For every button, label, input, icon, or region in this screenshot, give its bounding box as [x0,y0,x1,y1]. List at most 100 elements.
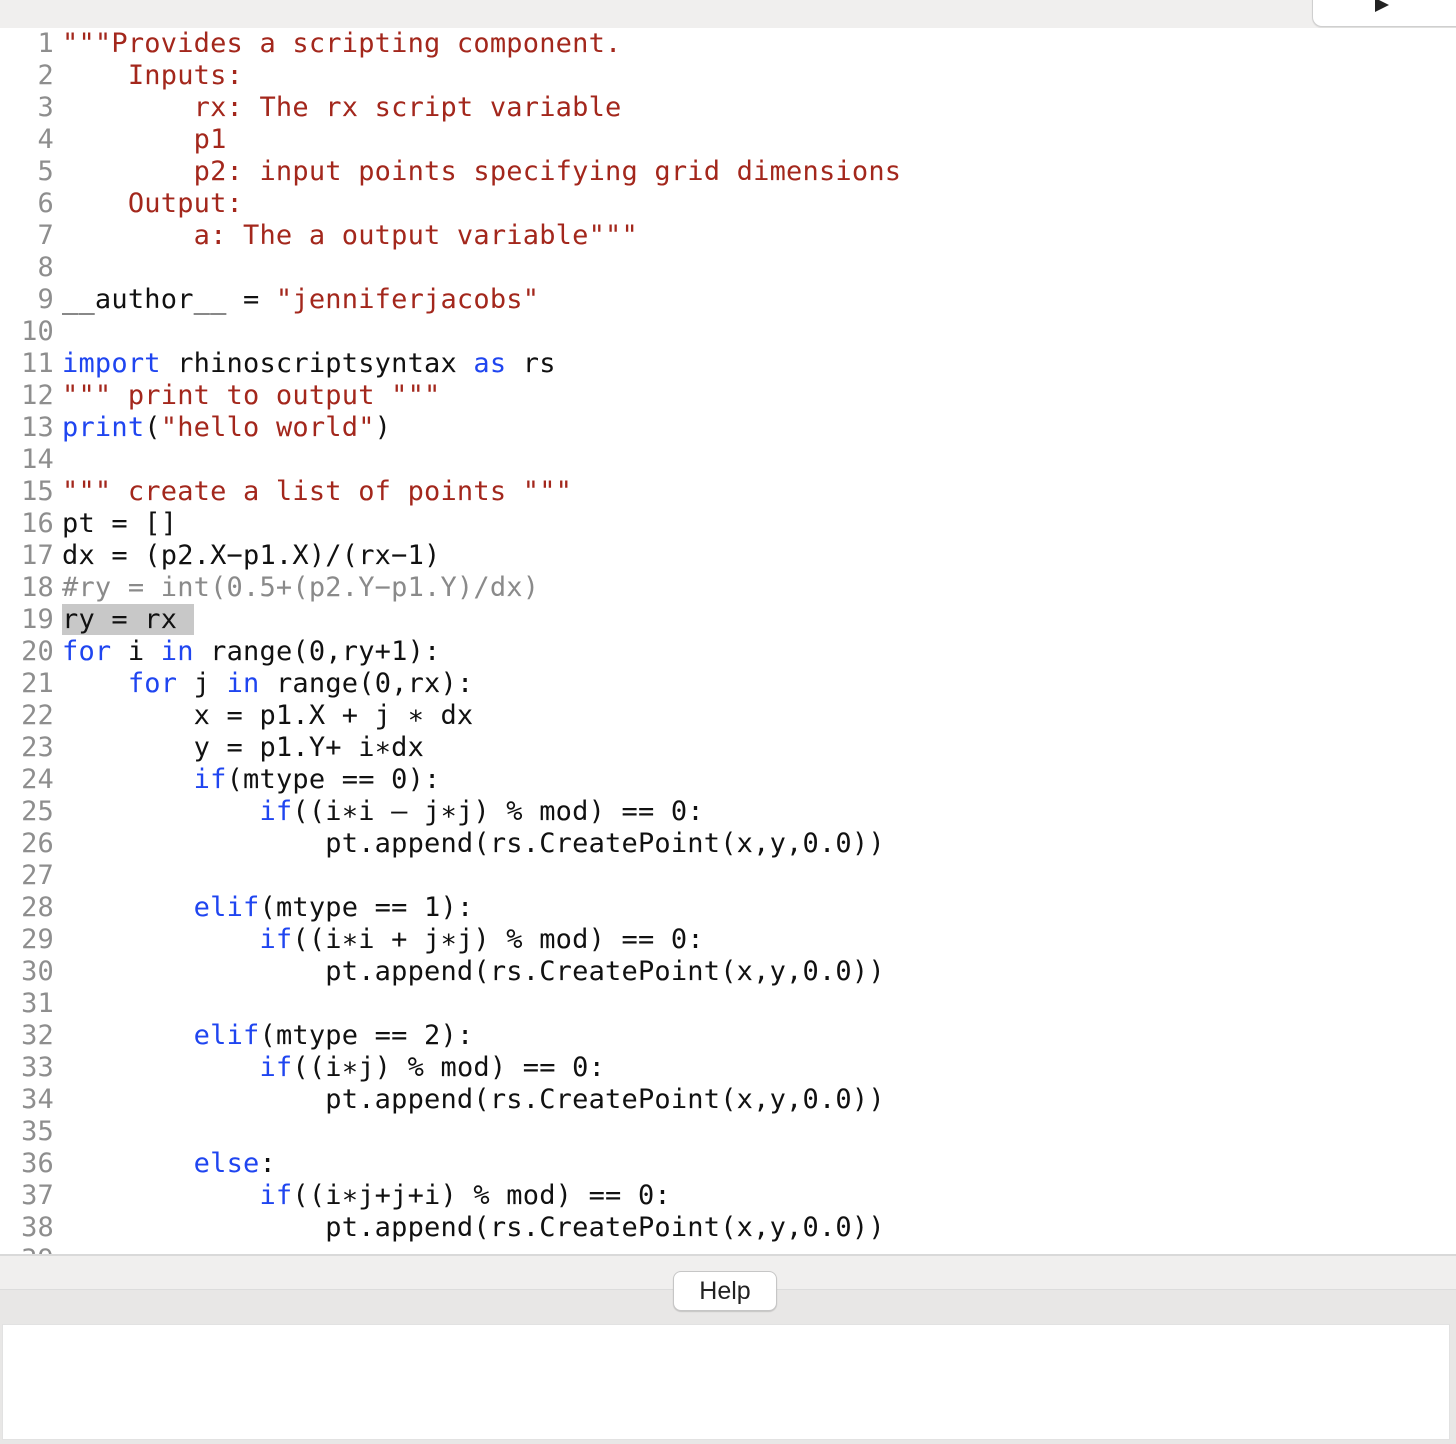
code-line[interactable]: 4 p1 [0,124,227,156]
code-line[interactable]: 28 elif(mtype == 1): [0,892,473,924]
code-line[interactable]: 13 print("hello world") [0,412,391,444]
line-number: 38 [21,1212,54,1243]
code-text: y = p1.Y+ i∗dx [62,732,425,763]
code-line[interactable]: 39 [0,1244,62,1254]
line-number: 2 [37,60,54,91]
output-console[interactable] [2,1324,1450,1440]
code-line[interactable]: 16 pt = [] [0,508,177,540]
code-text: rs [506,348,556,379]
selected-text: ry = rx [62,604,194,635]
code-line[interactable]: 34 pt.append(rs.CreatePoint(x,y,0.0)) [0,1084,885,1116]
code-keyword: elif [193,892,260,923]
code-line[interactable]: 27 [0,860,62,892]
code-string: p2: input points specifying grid dimensi… [62,156,902,187]
code-line[interactable]: 7 a: The a output variable""" [0,220,638,252]
code-line[interactable]: 10 [0,316,62,348]
code-line[interactable]: 37 if((i∗j+j+i) % mod) == 0: [0,1180,671,1212]
code-line[interactable]: 17 dx = (p2.X−p1.X)/(rx−1) [0,540,440,572]
code-string: """ print to output """ [62,380,441,411]
code-keyword: import [62,348,161,379]
code-line[interactable]: 2 Inputs: [0,60,243,92]
code-line[interactable]: 12 """ print to output """ [0,380,440,412]
code-line[interactable]: 31 [0,988,62,1020]
code-string: Inputs: [62,60,244,91]
code-text: (mtype == 2): [259,1020,474,1051]
line-number: 36 [21,1148,54,1179]
line-number: 27 [21,860,54,891]
line-number: 11 [21,348,54,379]
code-string: """ create a list of points """ [62,476,573,507]
code-line[interactable]: 14 [0,444,62,476]
code-line[interactable]: 25 if((i∗i – j∗j) % mod) == 0: [0,796,704,828]
bottom-toolbar: Help [0,1254,1456,1327]
code-line[interactable]: 22 x = p1.X + j ∗ dx [0,700,473,732]
code-text: i [111,636,161,667]
code-line[interactable]: 20 for i in range(0,ry+1): [0,636,441,668]
code-line[interactable]: 32 elif(mtype == 2): [0,1020,473,1052]
line-number: 32 [21,1020,54,1051]
code-line[interactable]: 24 if(mtype == 0): [0,764,441,796]
line-number: 15 [21,476,54,507]
code-line[interactable]: 33 if((i∗j) % mod) == 0: [0,1052,605,1084]
code-line[interactable]: 21 for j in range(0,rx): [0,668,473,700]
code-editor[interactable]: 1 """Provides a scripting component. 2 Inp… [0,28,1456,1254]
code-line[interactable]: 18 #ry = int(0.5+(p2.Y−p1.Y)/dx) [0,572,539,604]
code-text: ((i∗i + j∗j) % mod) == 0: [292,924,704,955]
line-number: 31 [21,988,54,1019]
code-string: a: The a output variable""" [62,220,638,251]
code-text: (mtype == 0): [226,764,441,795]
line-number: 10 [21,316,54,347]
line-number: 23 [21,732,54,763]
code-line[interactable]: 3 rx: The rx script variable [0,92,622,124]
line-number: 21 [21,668,54,699]
line-number: 6 [37,188,54,219]
code-string: rx: The rx script variable [62,92,622,123]
code-line[interactable]: 36 else: [0,1148,276,1180]
code-string: p1 [62,124,227,155]
code-line[interactable]: 26 pt.append(rs.CreatePoint(x,y,0.0)) [0,828,885,860]
line-number: 17 [21,540,54,571]
line-number: 19 [21,604,54,635]
code-line[interactable]: 38 pt.append(rs.CreatePoint(x,y,0.0)) [0,1212,885,1244]
code-line[interactable]: 19 ry = rx [0,604,194,636]
run-button[interactable] [1312,0,1456,27]
code-line[interactable]: 29 if((i∗i + j∗j) % mod) == 0: [0,924,704,956]
code-text: x = p1.X + j ∗ dx [62,700,474,731]
code-line[interactable]: 9 __author__ = "jenniferjacobs" [0,284,539,316]
code-text: range(0,ry+1): [193,636,441,667]
code-line[interactable]: 5 p2: input points specifying grid dimen… [0,156,902,188]
code-line[interactable]: 35 [0,1116,62,1148]
line-number: 13 [21,412,54,443]
line-number: 7 [37,220,54,251]
code-line[interactable]: 30 pt.append(rs.CreatePoint(x,y,0.0)) [0,956,885,988]
code-text: range(0,rx): [259,668,474,699]
code-text: dx = (p2.X−p1.X)/(rx−1) [62,540,441,571]
line-number: 24 [21,764,54,795]
code-text: ((i∗j+j+i) % mod) == 0: [292,1180,671,1211]
line-number: 20 [21,636,54,667]
code-line[interactable]: 11 import rhinoscriptsyntax as rs [0,348,556,380]
code-line[interactable]: 6 Output: [0,188,243,220]
code-keyword: if [193,764,227,795]
code-line[interactable]: 15 """ create a list of points """ [0,476,572,508]
code-line[interactable]: 1 """Provides a scripting component. [0,28,622,60]
code-keyword: print [62,412,145,443]
line-number: 14 [21,444,54,475]
line-number: 16 [21,508,54,539]
code-keyword: if [259,796,293,827]
code-keyword: for [62,636,112,667]
line-number: 39 [0,1244,62,1254]
line-number: 4 [37,124,54,155]
code-string: Output: [62,188,244,219]
code-line[interactable]: 23 y = p1.Y+ i∗dx [0,732,424,764]
top-toolbar [0,0,1456,28]
code-line[interactable]: 8 [0,252,62,284]
help-button[interactable]: Help [673,1271,777,1311]
